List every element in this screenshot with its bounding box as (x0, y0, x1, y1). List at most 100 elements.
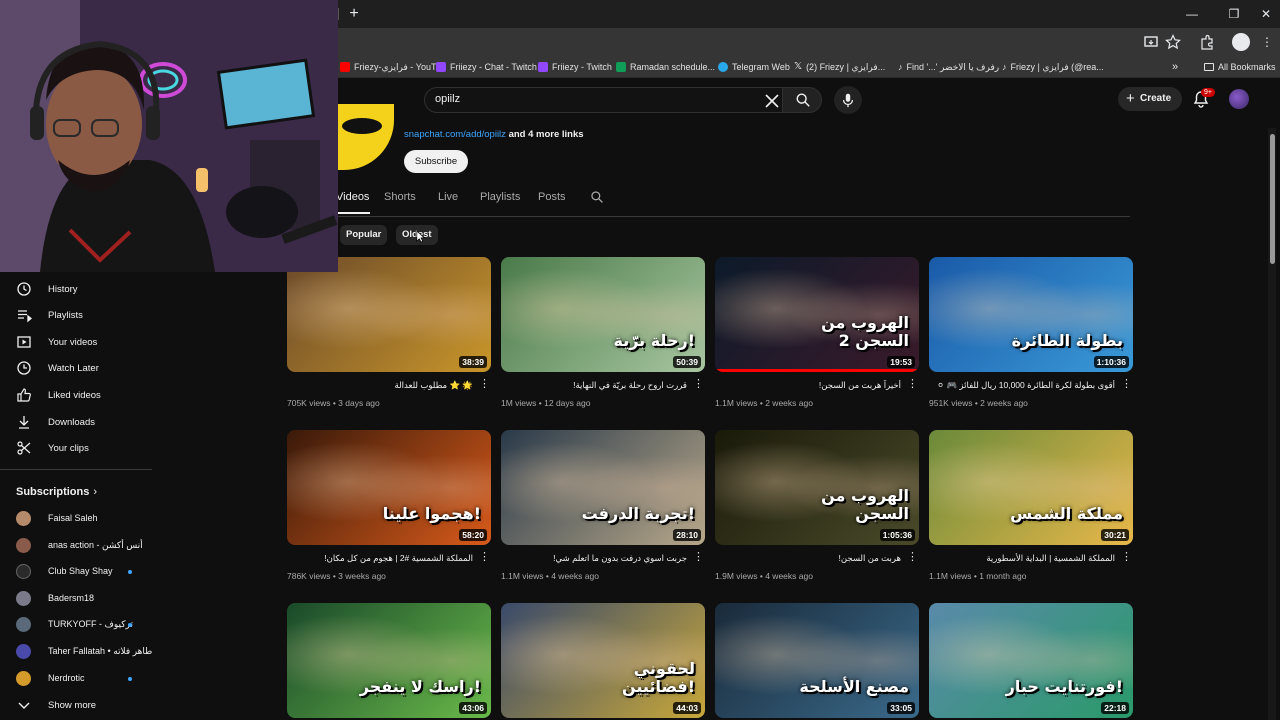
tab-posts[interactable]: Posts (538, 191, 566, 203)
video-age: 12 days ago (544, 398, 591, 408)
video-thumbnail[interactable]: هجموا علينا! 58:20 (287, 430, 491, 545)
minimize-button[interactable]: — (1180, 4, 1204, 24)
subscription-item[interactable]: Faisal Saleh (16, 509, 152, 529)
subscription-item[interactable]: Taher Fallatah • طاهر فلاته (16, 642, 152, 662)
bookmark-item[interactable]: Ramadan schedule... (616, 59, 715, 75)
search-input[interactable]: opiilz (424, 87, 790, 113)
video-card[interactable]: هجموا علينا! 58:20 المملكة الشمسية #2 | هج… (287, 430, 491, 590)
video-title[interactable]: أخيراً هربت من السجن! (715, 380, 901, 391)
video-thumbnail[interactable]: مملكة الشمس 30:21 (929, 430, 1133, 545)
new-tab-button[interactable]: + (344, 4, 364, 24)
channel-link[interactable]: snapchat.com/add/opiilz (404, 129, 506, 140)
profile-icon[interactable] (1232, 33, 1250, 51)
clear-search-icon[interactable] (763, 92, 781, 110)
subscription-item[interactable]: Club Shay Shay (16, 562, 152, 582)
tab-shorts[interactable]: Shorts (384, 191, 416, 203)
bookmark-item[interactable]: Friezy-فرايزي - YouT... (340, 59, 443, 75)
browser-menu-icon[interactable]: ⋮ (1258, 33, 1276, 51)
sidebar-item-liked-videos[interactable]: Liked videos (0, 382, 150, 408)
video-card[interactable]: تجربة الدرفت! 28:10 جربت اسوي درفت بدون ما… (501, 430, 705, 590)
more-actions-icon[interactable]: ⋮ (1121, 552, 1132, 563)
bookmark-star-icon[interactable] (1164, 33, 1182, 51)
subscription-item[interactable]: TURKYOFF - تركيوف (16, 615, 152, 635)
video-card[interactable]: لحقوني فضائيين! 44:03 (501, 603, 705, 720)
close-window-button[interactable]: ✕ (1254, 4, 1278, 24)
subscription-item[interactable]: Nerdrotic (16, 669, 152, 689)
video-title[interactable]: المملكة الشمسية #2 | هجوم من كل مكان! (287, 553, 473, 564)
video-title[interactable]: أقوى بطولة لكرة الطائرة 10,000 ريال للفا… (929, 380, 1115, 391)
more-links-button[interactable]: and 4 more links (509, 129, 584, 140)
bookmark-item[interactable]: Friiezy - Twitch (538, 59, 612, 75)
subscriptions-heading[interactable]: Subscriptions › (16, 486, 97, 498)
video-thumbnail[interactable]: رحلة برّية! 50:39 (501, 257, 705, 372)
subscription-name: Nerdrotic (48, 673, 85, 683)
install-app-icon[interactable] (1142, 33, 1160, 51)
tab-playlists[interactable]: Playlists (480, 191, 520, 203)
video-card[interactable]: رحلة برّية! 50:39 قررت اروح رحلة بريّة في … (501, 257, 705, 417)
more-actions-icon[interactable]: ⋮ (479, 379, 490, 390)
sidebar-item-your-videos[interactable]: Your videos (0, 329, 150, 355)
more-actions-icon[interactable]: ⋮ (907, 379, 918, 390)
video-card[interactable]: مملكة الشمس 30:21 المملكة الشمسية | البداي… (929, 430, 1133, 590)
more-actions-icon[interactable]: ⋮ (693, 552, 704, 563)
tab-videos[interactable]: Videos (336, 191, 369, 203)
video-card[interactable]: مصنع الأسلحة 33:05 (715, 603, 919, 720)
video-card[interactable]: 38:39 🌟 ⭐ مطلوب للعدالة 705K views • 3 day… (287, 257, 491, 417)
video-thumbnail[interactable]: 38:39 (287, 257, 491, 372)
video-title[interactable]: المملكة الشمسية | البداية الأسطورية (929, 553, 1115, 564)
video-title[interactable]: هربت من السجن! (715, 553, 901, 564)
subscription-item[interactable]: anas action - أنس أكشن (16, 536, 152, 556)
search-button[interactable] (782, 87, 822, 113)
bookmark-item[interactable]: Friiezy - Chat - Twitch (436, 59, 537, 75)
video-thumbnail[interactable]: راسك لا ينفجر! 43:06 (287, 603, 491, 718)
tab-live[interactable]: Live (438, 191, 458, 203)
video-card[interactable]: فورتنايت حبار! 22:18 (929, 603, 1133, 720)
page-scrollbar-thumb[interactable] (1270, 134, 1275, 264)
video-thumbnail[interactable]: الهروب من السجن 2 19:53 (715, 257, 919, 372)
bookmark-item[interactable]: 𝕏 (2) Friezy | فرايزي... (794, 59, 885, 75)
channel-search-icon[interactable] (590, 190, 604, 204)
sidebar-item-your-clips[interactable]: Your clips (0, 435, 150, 461)
video-title[interactable]: جربت اسوي درفت بدون ما اتعلم شي! (501, 553, 687, 564)
more-actions-icon[interactable]: ⋮ (907, 552, 918, 563)
sidebar-item-label: Downloads (48, 416, 95, 428)
search-icon (796, 93, 810, 107)
video-card[interactable]: بطولة الطائرة 1:10:36 أقوى بطولة لكرة الطا… (929, 257, 1133, 417)
sidebar-item-playlists[interactable]: Playlists (0, 302, 150, 328)
more-actions-icon[interactable]: ⋮ (1121, 379, 1132, 390)
video-thumbnail[interactable]: تجربة الدرفت! 28:10 (501, 430, 705, 545)
account-avatar[interactable] (1229, 89, 1249, 109)
restore-button[interactable]: ❐ (1222, 4, 1246, 24)
extensions-icon[interactable] (1198, 33, 1216, 51)
voice-search-button[interactable] (834, 86, 862, 114)
video-card[interactable]: الهروب من السجن 1:05:36 هربت من السجن! 1.9M… (715, 430, 919, 590)
video-thumbnail[interactable]: الهروب من السجن 1:05:36 (715, 430, 919, 545)
more-actions-icon[interactable]: ⋮ (479, 552, 490, 563)
create-button[interactable]: + Create (1118, 87, 1182, 111)
video-age: 4 weeks ago (765, 571, 813, 581)
video-thumbnail[interactable]: فورتنايت حبار! 22:18 (929, 603, 1133, 718)
video-thumbnail[interactable]: مصنع الأسلحة 33:05 (715, 603, 919, 718)
sidebar-item-history[interactable]: History (0, 276, 150, 302)
more-bookmarks-button[interactable]: » (1172, 59, 1178, 75)
video-title[interactable]: قررت اروح رحلة بريّة في النهاية! (501, 380, 687, 391)
sidebar-item-watch-later[interactable]: Watch Later (0, 355, 150, 381)
video-card[interactable]: راسك لا ينفجر! 43:06 (287, 603, 491, 720)
bookmark-item[interactable]: ♪ Friezy | فرايزي (@rea... (1002, 59, 1104, 75)
all-bookmarks-button[interactable]: All Bookmarks (1204, 59, 1276, 75)
video-card[interactable]: الهروب من السجن 2 19:53 أخيراً هربت من الس… (715, 257, 919, 417)
thumbnail-art (287, 430, 491, 545)
watch-progress-bar (715, 369, 919, 372)
sidebar-item-downloads[interactable]: Downloads (0, 409, 150, 435)
subscription-name: anas action - أنس أكشن (48, 540, 143, 550)
video-title[interactable]: 🌟 ⭐ مطلوب للعدالة (287, 380, 473, 391)
subscribe-button[interactable]: Subscribe (404, 150, 468, 173)
chip-popular[interactable]: Popular (340, 225, 388, 245)
video-thumbnail[interactable]: بطولة الطائرة 1:10:36 (929, 257, 1133, 372)
show-more-button[interactable]: Show more (0, 692, 150, 718)
subscription-item[interactable]: Badersm18 (16, 589, 152, 609)
more-actions-icon[interactable]: ⋮ (693, 379, 704, 390)
video-thumbnail[interactable]: لحقوني فضائيين! 44:03 (501, 603, 705, 718)
bookmark-item[interactable]: Telegram Web (718, 59, 790, 75)
bookmark-item[interactable]: ♪ Find '...' رفرف يا الاخضر (898, 59, 999, 75)
